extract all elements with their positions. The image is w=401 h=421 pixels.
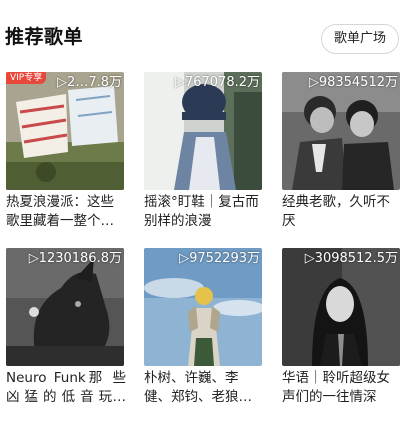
playlist-title[interactable]: 朴树、许巍、李健、郑钧、老狼… [144,369,264,407]
play-count: ▷3098512.5万 [304,251,398,266]
vip-badge: VIP专享 [6,72,47,84]
play-count: ▷9752293万 [179,251,260,266]
playlist-title[interactable]: 热夏浪漫派：这些歌里藏着一整个… [6,193,126,231]
play-count: ▷2…7.8万 [57,75,122,90]
playlist-title[interactable]: 经典老歌，久听不厌 [282,193,401,231]
playlist-title[interactable]: 摇滚°盯鞋｜复古而别样的浪漫 [144,193,264,231]
play-count: ▷767078.2万 [174,75,260,90]
play-count: ▷98354512万 [308,75,398,90]
playlist-cover[interactable]: ▷1230186.8万 [6,248,124,366]
playlist-cover[interactable]: VIP专享 ▷2…7.8万 [6,72,124,190]
playlist-cover[interactable]: ▷9752293万 [144,248,262,366]
playlist-title[interactable]: 华语｜聆听超级女声们的一往情深 [282,369,401,407]
playlist-cover[interactable]: ▷3098512.5万 [282,248,400,366]
playlist-cover[interactable]: ▷767078.2万 [144,72,262,190]
playlist-title[interactable]: Neuro Funk那 些 凶 猛 的 低 音 玩… [6,369,126,407]
play-count: ▷1230186.8万 [28,251,122,266]
playlist-cover[interactable]: ▷98354512万 [282,72,400,190]
playlist-grid: VIP专享 ▷2…7.8万 热夏浪漫派：这些歌里藏着一整个… ▷767078.2… [0,0,401,421]
